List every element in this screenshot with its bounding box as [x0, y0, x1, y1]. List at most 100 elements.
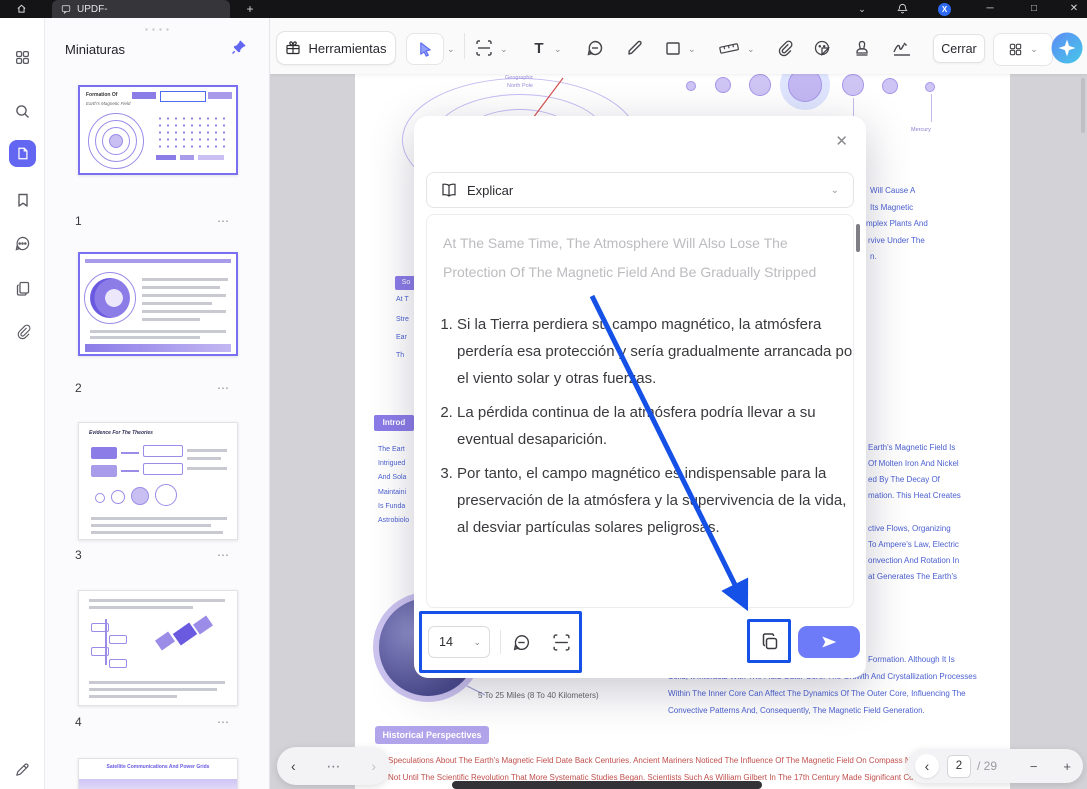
tab-title: UPDF-	[77, 4, 108, 15]
thumb1-diagram-circle	[109, 134, 123, 148]
new-tab-button[interactable]: +	[242, 0, 258, 18]
comments-icon[interactable]	[9, 230, 36, 257]
page-thumbnail-2[interactable]	[78, 252, 238, 356]
attachment-tool-icon[interactable]	[773, 38, 795, 58]
shapes-tool-icon[interactable]	[662, 38, 684, 58]
nav-prev-icon[interactable]: ‹	[291, 759, 296, 773]
page-4-menu-icon[interactable]: ⋯	[217, 715, 230, 729]
ai-answer-item: La pérdida continua de la atmósfera podr…	[457, 399, 854, 453]
quote-line: Protection Of The Magnetic Field And Be …	[443, 258, 835, 287]
page-1-menu-icon[interactable]: ⋯	[217, 214, 230, 228]
page-text: To Ampere's Law, Electric	[868, 540, 959, 549]
page-thumbnail-1[interactable]: Formation Of Earth's Magnetic Field	[78, 85, 238, 175]
thumbnails-panel-icon[interactable]	[9, 140, 36, 167]
zoom-in-icon[interactable]: +	[1063, 760, 1071, 773]
thumb4-line	[89, 599, 225, 602]
thumb5-band	[79, 779, 237, 789]
page-text: At T	[396, 296, 409, 303]
home-icon[interactable]	[16, 3, 27, 14]
signature-tool-icon[interactable]	[889, 38, 915, 58]
thumb1-bar	[156, 155, 176, 160]
planet-circle	[882, 78, 898, 94]
thumb2-line	[142, 302, 212, 305]
screenshot-area-tool-icon[interactable]	[473, 38, 495, 58]
measure-tool-icon[interactable]	[716, 38, 742, 58]
toolbar-divider	[464, 33, 465, 59]
pager-prev-button[interactable]: ‹	[915, 754, 939, 778]
thumb2-bottom-band	[85, 344, 231, 352]
account-avatar[interactable]: X	[938, 3, 951, 16]
notification-bell-icon[interactable]	[897, 3, 908, 14]
text-tool-icon[interactable]: T	[528, 38, 550, 58]
stamp-tool-icon[interactable]	[851, 38, 873, 58]
titlebar-chevron-icon[interactable]: ⌄	[854, 0, 870, 18]
attachments-icon[interactable]	[9, 318, 36, 345]
thumb1-bar	[180, 155, 194, 160]
updf-app: Geographic North Pole Neptune Mercury Wi…	[0, 0, 1087, 789]
sticker-tool-icon[interactable]	[811, 38, 833, 58]
quoted-source-text: At The Same Time, The Atmosphere Will Al…	[443, 229, 835, 287]
panel-title: Miniaturas	[65, 42, 125, 57]
thumb3-circle	[95, 493, 105, 503]
search-icon[interactable]	[9, 98, 36, 125]
thumb2-line	[142, 310, 226, 313]
page-layout-button[interactable]: ⌄	[993, 33, 1053, 66]
pages-icon[interactable]	[9, 274, 36, 301]
zoom-out-icon[interactable]: −	[1030, 760, 1038, 773]
dialog-scrollbar-thumb[interactable]	[856, 224, 860, 252]
text-dropdown-chevron-icon[interactable]: ⌄	[554, 44, 562, 55]
planet-circle	[715, 77, 731, 93]
updf-ai-button[interactable]	[1050, 31, 1084, 65]
screenshot-dropdown-chevron-icon[interactable]: ⌄	[500, 44, 508, 55]
page-text: Within The Inner Core Can Affect The Dyn…	[668, 689, 966, 698]
thumb2-line	[142, 294, 226, 297]
maximize-button[interactable]: □	[1026, 0, 1042, 18]
comment-tool-icon[interactable]	[584, 38, 606, 58]
nav-next-icon[interactable]: ›	[371, 759, 376, 773]
thumb1-subtitle: Earth's Magnetic Field	[86, 101, 130, 106]
page-thumbnail-4[interactable]	[78, 590, 238, 706]
panel-drag-handle[interactable]	[143, 27, 169, 32]
close-edit-button[interactable]: Cerrar	[933, 34, 985, 63]
dialog-close-icon[interactable]: ✕	[835, 132, 848, 150]
miles-caption: 5 To 25 Miles (8 To 40 Kilometers)	[478, 691, 599, 700]
document-tab[interactable]: UPDF-	[52, 0, 230, 18]
page-text: at Generates The Earth's	[868, 572, 957, 581]
pole-label: North Pole	[507, 83, 533, 89]
page-number-input[interactable]	[947, 755, 971, 778]
sign-pen-icon[interactable]	[9, 756, 36, 783]
tools-gift-icon	[285, 40, 301, 56]
shapes-dropdown-chevron-icon[interactable]: ⌄	[688, 44, 696, 55]
pointer-dropdown-chevron-icon[interactable]: ⌄	[447, 44, 455, 55]
page-total-label: / 29	[977, 759, 997, 773]
bookmark-icon[interactable]	[9, 186, 36, 213]
page-thumbnail-3[interactable]: Evidence For The Theories	[78, 422, 238, 540]
page-text: Stre	[396, 316, 409, 323]
vertical-scrollbar-thumb[interactable]	[1081, 78, 1085, 133]
page-2-menu-icon[interactable]: ⋯	[217, 381, 230, 395]
pencil-tool-icon[interactable]	[624, 38, 646, 58]
page-3-menu-icon[interactable]: ⋯	[217, 548, 230, 562]
pin-panel-icon[interactable]	[231, 39, 247, 60]
thumb4-tree-box	[109, 659, 127, 668]
pointer-tool-button[interactable]	[406, 33, 444, 65]
send-button[interactable]	[798, 626, 860, 658]
page-number-1: 1	[75, 214, 82, 228]
tools-button[interactable]: Herramientas	[276, 31, 396, 65]
minimize-button[interactable]: ─	[982, 0, 998, 18]
planet-label: Mercury	[911, 127, 931, 133]
horizontal-scrollbar[interactable]	[452, 781, 762, 789]
close-window-button[interactable]: ✕	[1066, 0, 1082, 18]
page-text: mplex Plants And	[866, 219, 928, 228]
apps-grid-icon[interactable]	[9, 44, 36, 71]
page-text: Formation. Although It Is	[868, 655, 955, 664]
thumbnails-panel: Miniaturas Formation Of Earth's Magnetic…	[45, 18, 270, 789]
ai-assistant-dialog: ✕ Explicar ⌄ At The Same Time, The Atmos…	[414, 116, 866, 678]
page-text: ctive Flows, Organizing	[868, 524, 951, 533]
planet-leader-line	[931, 94, 932, 122]
ai-mode-select[interactable]: Explicar ⌄	[426, 172, 854, 208]
measure-dropdown-chevron-icon[interactable]: ⌄	[747, 44, 755, 55]
page-thumbnail-5[interactable]: Satellite Communications And Power Grids	[78, 758, 238, 789]
ai-mode-chevron-icon: ⌄	[831, 185, 839, 196]
nav-more-icon[interactable]: ⋯	[327, 759, 341, 773]
